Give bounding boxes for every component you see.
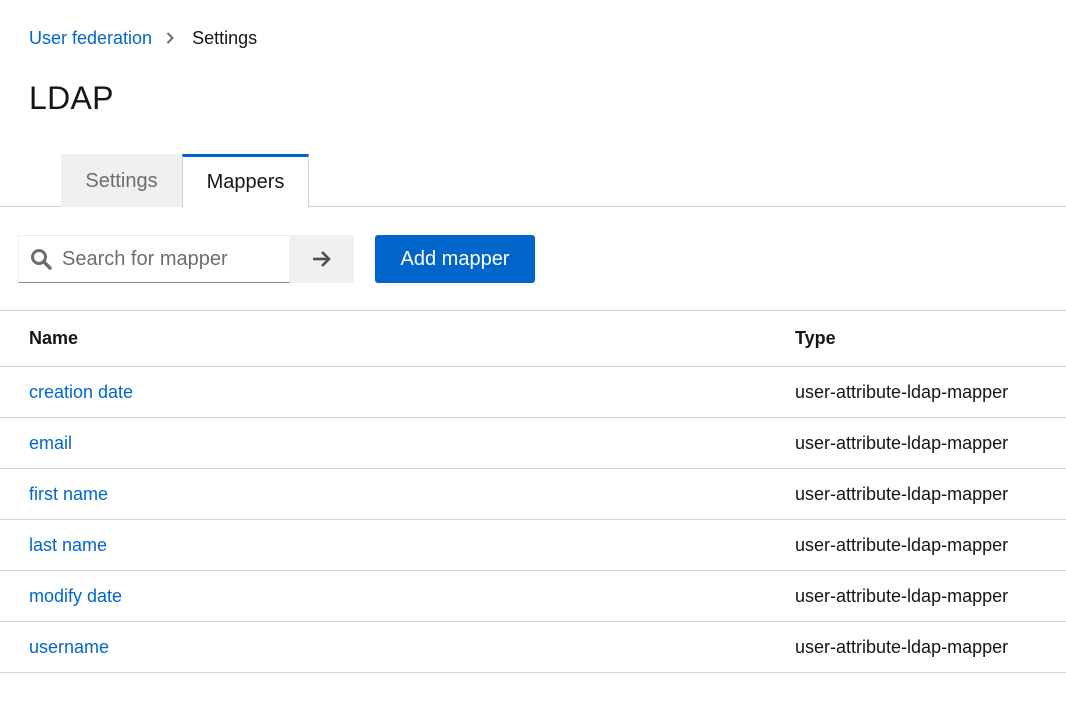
tab-settings[interactable]: Settings	[61, 154, 182, 207]
search-submit-button[interactable]	[290, 235, 354, 283]
mapper-name-link[interactable]: last name	[29, 535, 107, 556]
tab-mappers[interactable]: Mappers	[182, 154, 309, 208]
mapper-name-link[interactable]: modify date	[29, 586, 122, 607]
table-row: username user-attribute-ldap-mapper	[0, 622, 1066, 673]
mapper-name-link[interactable]: username	[29, 637, 109, 658]
mapper-type: user-attribute-ldap-mapper	[795, 585, 1009, 606]
breadcrumb-link-user-federation[interactable]: User federation	[29, 28, 152, 49]
mapper-type: user-attribute-ldap-mapper	[795, 534, 1009, 555]
mapper-type: user-attribute-ldap-mapper	[795, 483, 1009, 504]
table-row: creation date user-attribute-ldap-mapper	[0, 367, 1066, 418]
breadcrumb: User federation Settings	[29, 26, 257, 50]
table-header-row: Name Type	[0, 311, 1066, 367]
add-mapper-button[interactable]: Add mapper	[375, 235, 535, 283]
breadcrumb-current: Settings	[192, 27, 258, 48]
mapper-name-link[interactable]: email	[29, 433, 72, 454]
arrow-right-icon	[312, 250, 332, 268]
table-row: last name user-attribute-ldap-mapper	[0, 520, 1066, 571]
table-row: email user-attribute-ldap-mapper	[0, 418, 1066, 469]
search-icon	[30, 248, 52, 270]
mapper-type: user-attribute-ldap-mapper	[795, 432, 1009, 453]
table-row: modify date user-attribute-ldap-mapper	[0, 571, 1066, 622]
mapper-name-link[interactable]: first name	[29, 484, 108, 505]
column-header-name: Name	[29, 328, 79, 348]
page-title: LDAP	[29, 80, 114, 116]
column-header-type: Type	[795, 328, 836, 348]
mapper-type: user-attribute-ldap-mapper	[795, 636, 1009, 657]
mappers-table: Name Type creation date user-attribute-l…	[0, 310, 1066, 673]
mapper-type: user-attribute-ldap-mapper	[795, 381, 1009, 402]
page: User federation Settings LDAP Settings M…	[0, 0, 1066, 710]
tab-bar: Settings Mappers	[0, 154, 1066, 208]
chevron-right-icon	[166, 32, 176, 44]
mapper-name-link[interactable]: creation date	[29, 382, 133, 403]
search-input[interactable]	[62, 247, 282, 271]
table-row: first name user-attribute-ldap-mapper	[0, 469, 1066, 520]
search-box	[18, 235, 290, 283]
